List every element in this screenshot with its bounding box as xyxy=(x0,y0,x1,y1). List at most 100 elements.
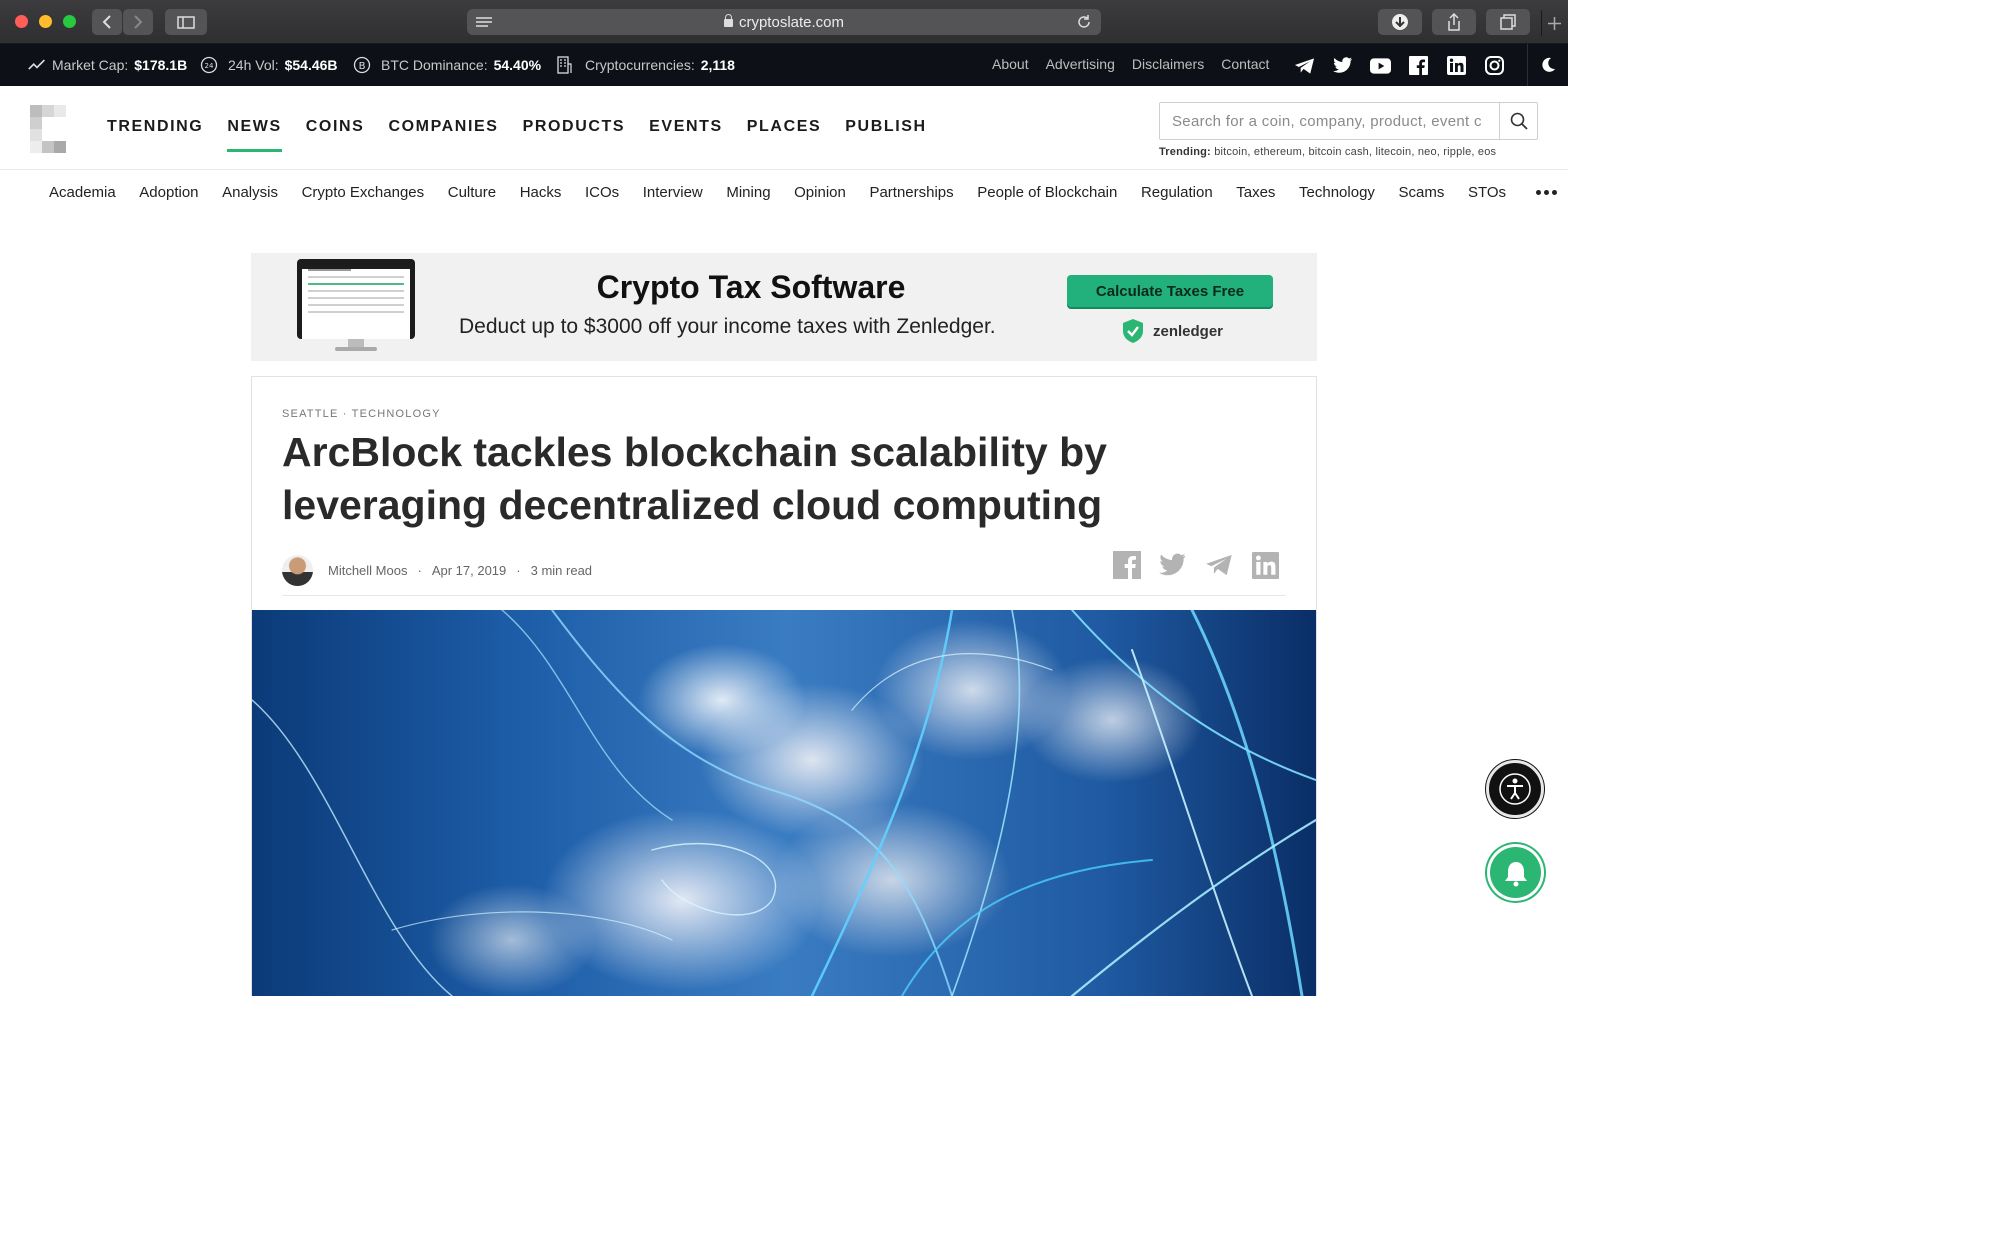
forward-button[interactable] xyxy=(123,9,153,35)
category-navigation: Academia Adoption Analysis Crypto Exchan… xyxy=(49,184,1530,201)
sidebar-icon xyxy=(177,15,195,29)
facebook-share-icon[interactable] xyxy=(1113,551,1141,579)
category-mining[interactable]: Mining xyxy=(726,184,770,201)
minimize-window-button[interactable] xyxy=(39,15,52,28)
tabs-icon xyxy=(1500,14,1516,30)
category-crypto-exchanges[interactable]: Crypto Exchanges xyxy=(302,184,425,201)
category-academia[interactable]: Academia xyxy=(49,184,116,201)
notifications-button[interactable] xyxy=(1487,844,1544,901)
nav-places[interactable]: PLACES xyxy=(747,118,822,136)
article-breadcrumb[interactable]: SEATTLE · TECHNOLOGY xyxy=(282,408,441,420)
btc-dominance-stat[interactable]: B BTC Dominance: 54.40% xyxy=(353,56,541,74)
reader-icon xyxy=(476,17,492,27)
disclaimers-link[interactable]: Disclaimers xyxy=(1132,56,1204,72)
market-ticker-bar: Market Cap: $178.1B 24 24h Vol: $54.46B … xyxy=(0,44,1568,86)
search-box xyxy=(1159,102,1538,140)
article-meta: Mitchell Moos · Apr 17, 2019 · 3 min rea… xyxy=(282,555,592,586)
advertising-link[interactable]: Advertising xyxy=(1046,56,1115,72)
telegram-share-icon[interactable] xyxy=(1205,551,1233,579)
cryptocurrencies-stat[interactable]: Cryptocurrencies: 2,118 xyxy=(555,56,735,74)
address-bar[interactable]: cryptoslate.com xyxy=(467,9,1101,35)
trending-searches: Trending: bitcoin, ethereum, bitcoin cas… xyxy=(1159,146,1496,158)
nav-products[interactable]: PRODUCTS xyxy=(523,118,626,136)
article-hero-image xyxy=(252,610,1316,996)
btc-dominance-value: 54.40% xyxy=(493,57,542,73)
bitcoin-icon: B xyxy=(353,56,371,74)
site-header: TRENDING NEWS COINS COMPANIES PRODUCTS E… xyxy=(0,86,1568,170)
dark-mode-toggle[interactable] xyxy=(1527,44,1568,86)
linkedin-icon[interactable] xyxy=(1446,55,1467,76)
instagram-icon[interactable] xyxy=(1484,55,1505,76)
contact-link[interactable]: Contact xyxy=(1221,56,1269,72)
category-scams[interactable]: Scams xyxy=(1399,184,1445,201)
telegram-icon[interactable] xyxy=(1294,55,1315,76)
category-culture[interactable]: Culture xyxy=(448,184,496,201)
social-links xyxy=(1294,55,1505,76)
category-icos[interactable]: ICOs xyxy=(585,184,619,201)
accessibility-icon xyxy=(1499,773,1531,805)
ad-banner[interactable]: Crypto Tax Software Deduct up to $3000 o… xyxy=(251,253,1317,361)
cryptocurrencies-label: Cryptocurrencies: xyxy=(585,57,695,73)
market-cap-stat[interactable]: Market Cap: $178.1B xyxy=(28,56,187,74)
more-categories-icon[interactable] xyxy=(1536,190,1557,195)
cryptocurrencies-value: 2,118 xyxy=(700,57,735,73)
linkedin-share-icon[interactable] xyxy=(1251,551,1279,579)
nav-publish[interactable]: PUBLISH xyxy=(845,118,926,136)
accessibility-button[interactable] xyxy=(1486,760,1544,818)
about-link[interactable]: About xyxy=(992,56,1029,72)
article-headline: ArcBlock tackles blockchain scalability … xyxy=(282,429,1107,528)
zenledger-logo-icon xyxy=(1123,319,1143,343)
lock-icon xyxy=(723,14,733,27)
volume-value: $54.46B xyxy=(284,57,338,73)
volume-stat[interactable]: 24 24h Vol: $54.46B xyxy=(200,56,338,74)
trend-line-icon xyxy=(28,56,46,74)
category-hacks[interactable]: Hacks xyxy=(520,184,562,201)
category-stos[interactable]: STOs xyxy=(1468,184,1506,201)
zenledger-brand-text: zenledger xyxy=(1153,322,1224,340)
svg-text:24: 24 xyxy=(205,62,214,70)
author-name[interactable]: Mitchell Moos xyxy=(328,563,407,578)
nav-news[interactable]: NEWS xyxy=(227,118,283,152)
calculate-taxes-button[interactable]: Calculate Taxes Free xyxy=(1067,275,1273,307)
category-taxes[interactable]: Taxes xyxy=(1236,184,1275,201)
nav-events[interactable]: EVENTS xyxy=(649,118,723,136)
category-analysis[interactable]: Analysis xyxy=(222,184,278,201)
youtube-icon[interactable] xyxy=(1370,55,1391,76)
close-window-button[interactable] xyxy=(15,15,28,28)
meta-divider xyxy=(282,595,1286,596)
nav-coins[interactable]: COINS xyxy=(306,118,365,136)
cryptoslate-logo[interactable] xyxy=(30,105,66,153)
sidebar-toggle-button[interactable] xyxy=(165,9,207,35)
category-adoption[interactable]: Adoption xyxy=(139,184,198,201)
category-regulation[interactable]: Regulation xyxy=(1141,184,1213,201)
twitter-share-icon[interactable] xyxy=(1159,551,1187,579)
volume-label: 24h Vol: xyxy=(228,57,279,73)
article-date: Apr 17, 2019 xyxy=(431,563,507,578)
twitter-icon[interactable] xyxy=(1332,55,1353,76)
search-button[interactable] xyxy=(1499,103,1537,139)
ad-subtitle: Deduct up to $3000 off your income taxes… xyxy=(459,315,996,338)
market-cap-value: $178.1B xyxy=(134,57,188,73)
market-cap-label: Market Cap: xyxy=(52,57,129,73)
category-people-of-blockchain[interactable]: People of Blockchain xyxy=(977,184,1117,201)
category-interview[interactable]: Interview xyxy=(643,184,703,201)
moon-icon xyxy=(1542,57,1555,72)
zoom-window-button[interactable] xyxy=(63,15,76,28)
author-avatar[interactable] xyxy=(282,555,313,586)
new-tab-button[interactable] xyxy=(1541,10,1567,36)
category-partnerships[interactable]: Partnerships xyxy=(869,184,953,201)
search-input[interactable] xyxy=(1160,103,1498,139)
trending-label: Trending: xyxy=(1159,146,1211,158)
downloads-button[interactable] xyxy=(1378,9,1422,35)
share-button[interactable] xyxy=(1432,9,1476,35)
nav-trending[interactable]: TRENDING xyxy=(107,118,203,136)
nav-companies[interactable]: COMPANIES xyxy=(388,118,498,136)
trending-items[interactable]: bitcoin, ethereum, bitcoin cash, litecoi… xyxy=(1214,146,1496,158)
tabs-overview-button[interactable] xyxy=(1486,9,1530,35)
category-technology[interactable]: Technology xyxy=(1299,184,1375,201)
search-icon xyxy=(1510,112,1528,130)
share-buttons xyxy=(1113,551,1279,579)
category-opinion[interactable]: Opinion xyxy=(794,184,846,201)
back-button[interactable] xyxy=(92,9,122,35)
facebook-icon[interactable] xyxy=(1408,55,1429,76)
